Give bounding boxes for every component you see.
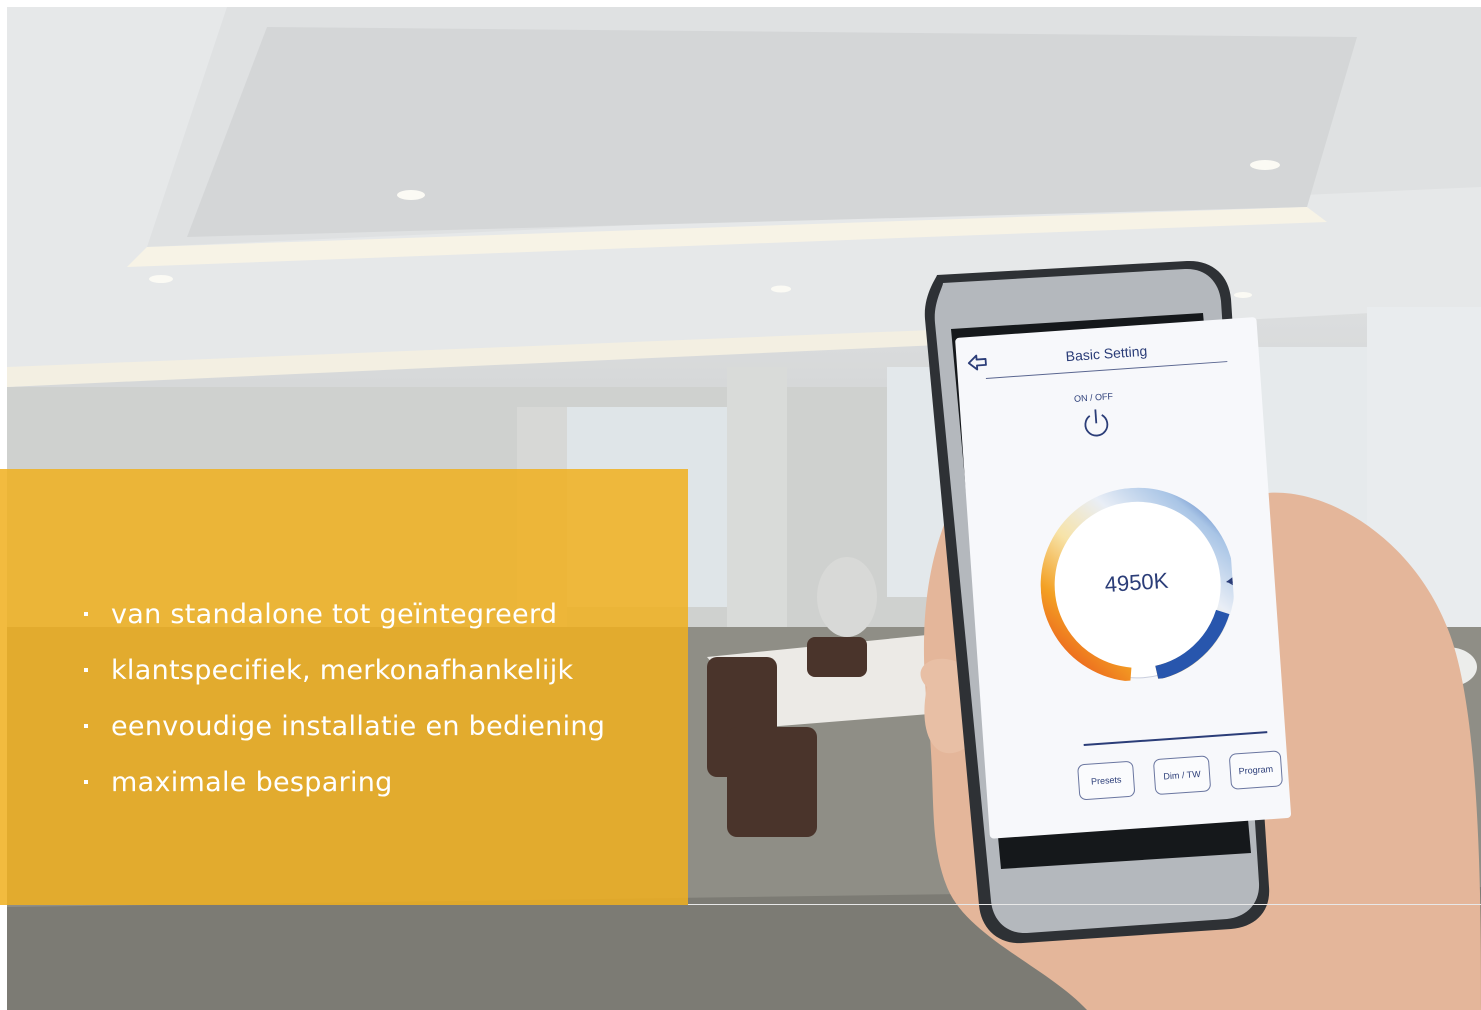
feature-list: van standalone tot geïntegreerd klantspe… bbox=[84, 586, 605, 810]
feature-text: klantspecifiek, merkonafhankelijk bbox=[111, 654, 574, 686]
feature-item: maximale besparing bbox=[84, 754, 605, 810]
feature-text: van standalone tot geïntegreerd bbox=[111, 598, 558, 630]
feature-text: eenvoudige installatie en bediening bbox=[111, 710, 606, 742]
feature-text: maximale besparing bbox=[111, 766, 393, 798]
back-arrow-icon[interactable] bbox=[966, 352, 989, 373]
bullet-dot-icon bbox=[84, 724, 88, 728]
bottom-rule bbox=[1083, 731, 1268, 747]
feature-item: eenvoudige installatie en bediening bbox=[84, 698, 605, 754]
presets-button[interactable]: Presets bbox=[1077, 760, 1136, 801]
title-underline bbox=[985, 361, 1228, 379]
page: van standalone tot geïntegreerd klantspe… bbox=[0, 0, 1481, 1010]
screen-title: Basic Setting bbox=[1065, 342, 1148, 365]
dim-tw-button[interactable]: Dim / TW bbox=[1152, 755, 1212, 796]
power-icon[interactable] bbox=[1078, 405, 1114, 441]
program-button[interactable]: Program bbox=[1228, 750, 1284, 790]
bullet-dot-icon bbox=[84, 668, 88, 672]
bullet-dot-icon bbox=[84, 612, 88, 616]
onoff-label: ON / OFF bbox=[1073, 391, 1114, 404]
bullet-dot-icon bbox=[84, 780, 88, 784]
feature-item: van standalone tot geïntegreerd bbox=[84, 586, 605, 642]
phone-screen: Basic Setting ON / OFF 4950K Presets Dim… bbox=[955, 316, 1292, 839]
divider-line bbox=[688, 904, 1481, 905]
feature-item: klantspecifiek, merkonafhankelijk bbox=[84, 642, 605, 698]
